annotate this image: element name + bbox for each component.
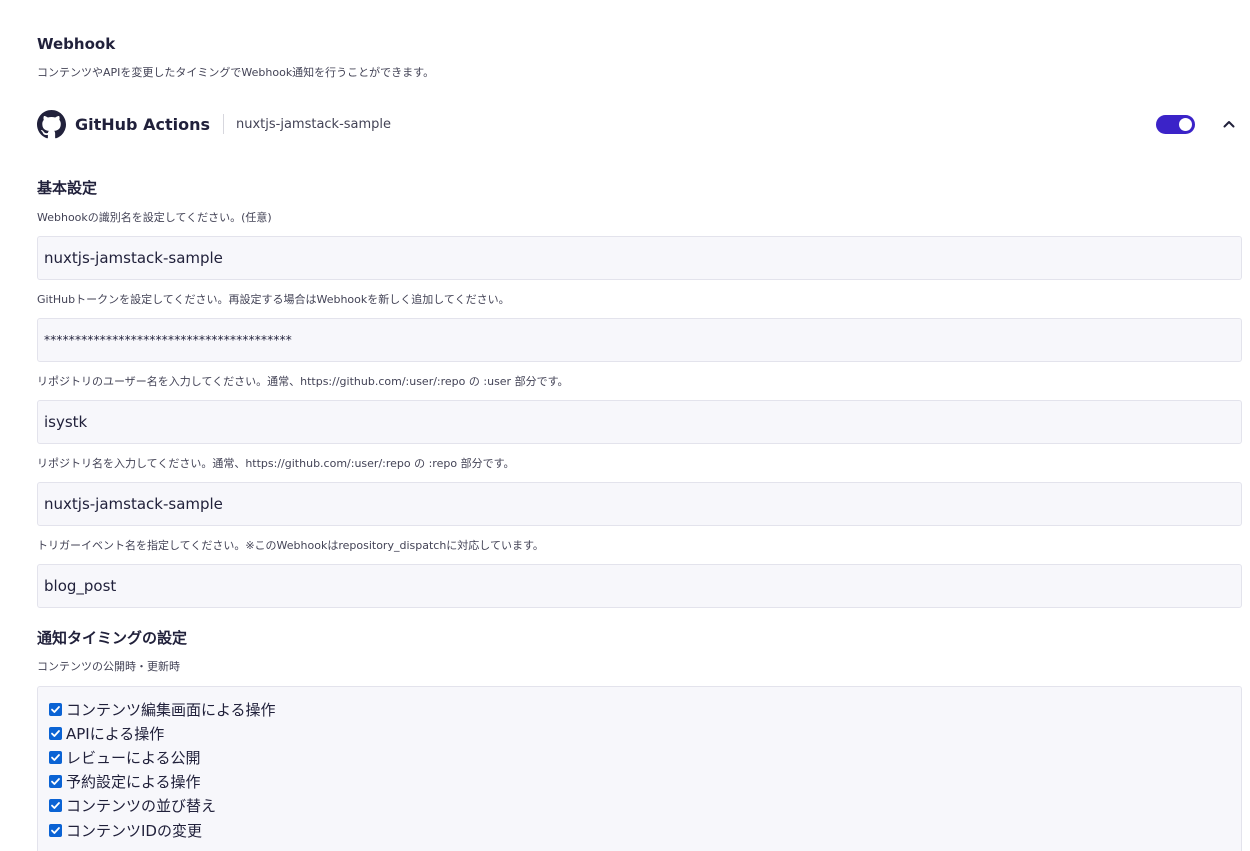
checkbox-checked-icon[interactable] [49,750,62,764]
page-title: Webhook [37,35,116,53]
option-scheduled[interactable]: 予約設定による操作 [49,770,1230,794]
option-api[interactable]: APIによる操作 [49,721,1230,745]
notification-title: 通知タイミングの設定 [37,629,188,647]
toggle-knob [1179,118,1192,131]
service-header: GitHub Actions nuxtjs-jamstack-sample [37,108,1242,140]
page-description: コンテンツやAPIを変更したタイミングでWebhook通知を行うことができます。 [37,66,435,79]
checkbox-checked-icon[interactable] [49,702,62,716]
github-token-label: GitHubトークンを設定してください。再設定する場合はWebhookを新しく追… [37,293,510,306]
option-sort[interactable]: コンテンツの並び替え [49,794,1230,818]
option-label: コンテンツIDの変更 [66,821,202,840]
repo-user-label: リポジトリのユーザー名を入力してください。通常、https://github.c… [37,375,569,388]
option-content-editor[interactable]: コンテンツ編集画面による操作 [49,697,1230,721]
option-review[interactable]: レビューによる公開 [49,745,1230,769]
webhook-name-input[interactable]: nuxtjs-jamstack-sample [37,236,1242,280]
trigger-event-label: トリガーイベント名を指定してください。※このWebhookはrepository… [37,539,544,552]
service-name: GitHub Actions [75,114,210,134]
service-identifier: nuxtjs-jamstack-sample [235,116,392,132]
option-content-id-change[interactable]: コンテンツIDの変更 [49,818,1230,842]
checkbox-checked-icon[interactable] [49,823,62,837]
github-token-input[interactable]: **************************************** [37,318,1242,362]
repo-name-label: リポジトリ名を入力してください。通常、https://github.com/:u… [37,457,515,470]
notification-subtitle: コンテンツの公開時・更新時 [37,660,180,673]
repo-name-input[interactable]: nuxtjs-jamstack-sample [37,482,1242,526]
basic-settings-title: 基本設定 [37,179,98,197]
chevron-up-icon[interactable] [1219,114,1239,134]
webhook-name-label: Webhookの識別名を設定してください。(任意) [37,211,272,224]
option-label: APIによる操作 [66,724,165,743]
option-label: レビューによる公開 [66,748,201,767]
option-label: 予約設定による操作 [66,773,201,792]
github-icon [37,109,66,139]
trigger-event-input[interactable]: blog_post [37,564,1242,608]
enable-toggle[interactable] [1156,115,1195,134]
option-label: コンテンツ編集画面による操作 [66,700,276,719]
notification-options: コンテンツ編集画面による操作 APIによる操作 レビューによる公開 予約設定によ… [37,686,1242,851]
option-label: コンテンツの並び替え [66,797,217,816]
checkbox-checked-icon[interactable] [49,799,62,813]
divider [222,114,224,134]
checkbox-checked-icon[interactable] [49,726,62,740]
repo-user-input[interactable]: isystk [37,400,1242,444]
checkbox-checked-icon[interactable] [49,775,62,789]
